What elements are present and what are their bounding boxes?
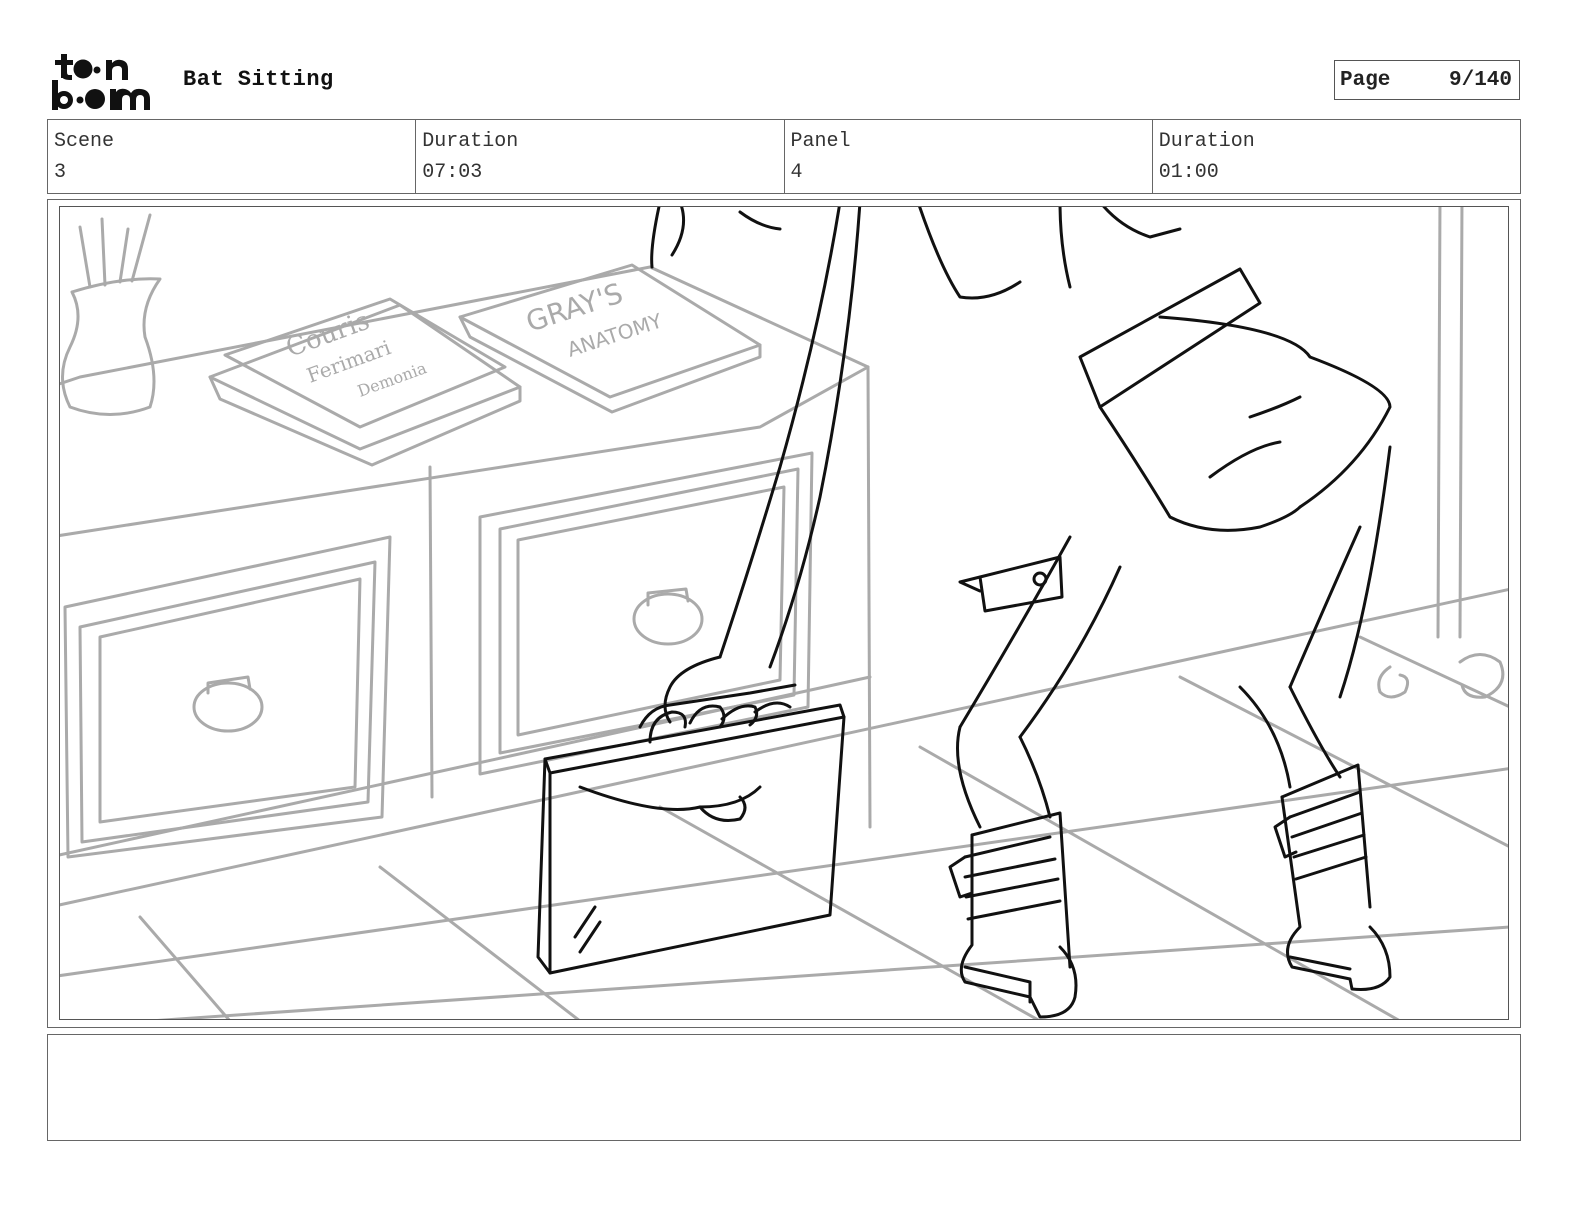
toon-boom-logo xyxy=(52,54,150,110)
panel-duration-cell: Duration 01:00 xyxy=(1153,120,1520,193)
page-indicator: Page 9/140 xyxy=(1334,60,1520,100)
storyboard-sketch: Couris Ferimari Demonia GRAY'S ANATOMY xyxy=(60,207,1508,1019)
panel-duration-value: 01:00 xyxy=(1158,161,1219,184)
scene-duration-cell: Duration 07:03 xyxy=(416,120,785,193)
page-label: Page xyxy=(1340,68,1391,92)
panel-notes xyxy=(47,1034,1521,1141)
panel-info-row: Scene 3 Duration 07:03 Panel 4 Duration … xyxy=(47,119,1521,194)
page-number: 9/140 xyxy=(1448,68,1512,92)
scene-duration-label: Duration xyxy=(422,130,519,153)
background-sketch xyxy=(60,207,1508,1019)
panel-label: Panel xyxy=(790,130,851,153)
panel-value: 4 xyxy=(790,161,803,184)
storyboard-title: Bat Sitting xyxy=(183,67,334,92)
panel-cell: Panel 4 xyxy=(785,120,1153,193)
scene-label: Scene xyxy=(54,130,115,153)
scene-value: 3 xyxy=(54,161,67,184)
character-sketch xyxy=(536,207,1392,1019)
panel-duration-label: Duration xyxy=(1158,130,1255,153)
scene-duration-value: 07:03 xyxy=(422,161,483,184)
scene-cell: Scene 3 xyxy=(48,120,417,193)
panel-image: Couris Ferimari Demonia GRAY'S ANATOMY xyxy=(59,206,1509,1020)
